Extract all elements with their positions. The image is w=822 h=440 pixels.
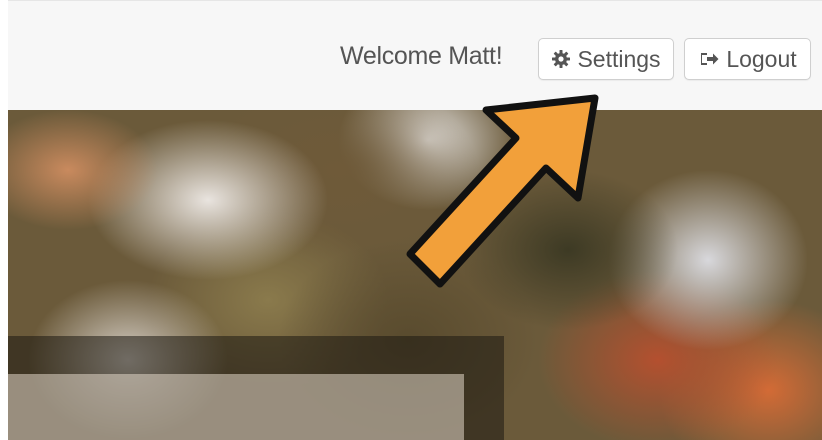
top-navbar: Welcome Matt! Settings Logout: [8, 0, 822, 110]
hero-overlay-panel: [8, 336, 504, 440]
hero-overlay-inner: [8, 374, 464, 440]
settings-button[interactable]: Settings: [538, 38, 674, 80]
settings-label: Settings: [577, 45, 661, 72]
logout-label: Logout: [726, 45, 797, 72]
sign-out-icon: [698, 49, 720, 69]
logout-button[interactable]: Logout: [684, 38, 811, 80]
hero-image: [8, 110, 822, 440]
gear-icon: [551, 49, 571, 69]
welcome-message: Welcome Matt!: [340, 42, 503, 70]
